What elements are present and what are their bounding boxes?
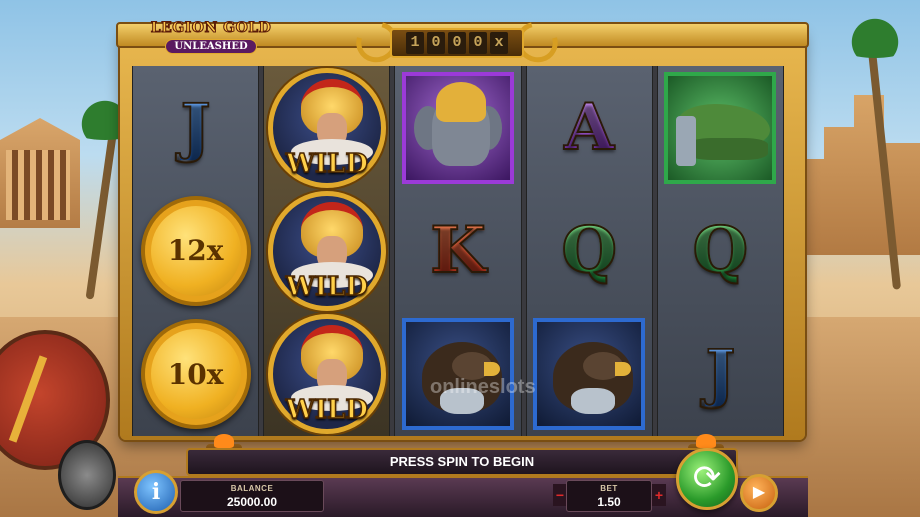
palm-trunk — [85, 120, 119, 300]
symbol-letter: J — [704, 336, 736, 412]
multiplier-digit: 0 — [448, 32, 466, 54]
reel-cell: Q — [530, 192, 648, 310]
symbol-letter: Q — [560, 212, 618, 288]
eagle-icon — [402, 318, 514, 431]
info-button[interactable]: i — [134, 470, 178, 514]
autoplay-button[interactable]: ▶ — [740, 474, 778, 512]
reel-2: WILD WILD WILD — [263, 66, 391, 436]
coin-multiplier: 12x — [167, 234, 224, 268]
balance-value: 25000.00 — [226, 495, 278, 509]
multiplier-digit: x — [490, 32, 508, 54]
bet-label: BET — [600, 484, 618, 493]
status-message: PRESS SPIN TO BEGIN — [186, 448, 738, 476]
coin-icon: 12x — [140, 195, 251, 306]
reel-cell: WILD — [267, 190, 386, 311]
logo-title: LEGION GOLD — [150, 20, 272, 37]
multiplier-digit: 0 — [427, 32, 445, 54]
wild-legionnaire-icon: WILD — [267, 314, 386, 435]
symbol-letter: Q — [692, 212, 750, 288]
reel-cell: WILD — [267, 67, 386, 188]
reel-cell: WILD — [267, 314, 386, 435]
logo-subtitle: UNLEASHED — [165, 39, 257, 54]
bet-value: 1.50 — [597, 495, 621, 509]
autoplay-icon: ▶ — [752, 484, 766, 501]
game-logo: LEGION GOLD UNLEASHED — [150, 20, 272, 60]
bet-decrease-button[interactable]: − — [553, 484, 567, 506]
coin-multiplier: 10x — [167, 357, 224, 391]
bet-increase-button[interactable]: + — [652, 484, 666, 506]
balance-display: BALANCE 25000.00 — [180, 480, 324, 512]
spin-button[interactable]: ⟳ — [676, 448, 738, 510]
reel-cell — [530, 315, 648, 433]
reel-cell — [399, 69, 517, 187]
reel-cell: K — [399, 192, 517, 310]
elephant-icon — [402, 71, 514, 184]
symbol-letter: J — [179, 89, 211, 165]
symbol-letter: A — [563, 89, 615, 165]
symbol-letter: K — [429, 212, 487, 288]
reel-cell — [661, 69, 779, 187]
wild-label: WILD — [285, 148, 369, 180]
spin-arrows-icon: ⟳ — [692, 459, 722, 497]
wild-label: WILD — [285, 271, 369, 303]
multiplier-display: 1 0 0 0 x — [348, 14, 566, 70]
balance-label: BALANCE — [230, 484, 274, 493]
multiplier-digit: 0 — [469, 32, 487, 54]
eagle-icon — [533, 318, 646, 431]
reel-cell: J — [661, 315, 779, 433]
coin-icon: 10x — [140, 319, 251, 430]
round-shield-prop — [58, 440, 116, 510]
reel-cell: 12x — [137, 192, 255, 310]
reel-4: A Q — [525, 66, 653, 436]
reel-cell — [399, 315, 517, 433]
watermark: onlineslots — [430, 376, 536, 398]
reel-cell: Q — [661, 192, 779, 310]
reel-5: Q J — [656, 66, 785, 436]
temple-columns — [6, 150, 70, 220]
reel-1: J 12x 10x — [132, 66, 260, 436]
multiplier-digits: 1 0 0 0 x — [390, 28, 524, 58]
reel-cell: 10x — [137, 315, 255, 433]
crocodile-icon — [664, 71, 777, 184]
bet-display: BET 1.50 — [566, 480, 652, 512]
multiplier-digit: 1 — [406, 32, 424, 54]
palm-leaves — [830, 18, 920, 58]
desert-city — [800, 95, 920, 255]
wild-legionnaire-icon: WILD — [267, 190, 386, 311]
reel-cell: J — [137, 69, 255, 187]
wild-legionnaire-icon: WILD — [267, 67, 386, 188]
reel-cell: A — [530, 69, 648, 187]
wild-label: WILD — [285, 395, 369, 427]
